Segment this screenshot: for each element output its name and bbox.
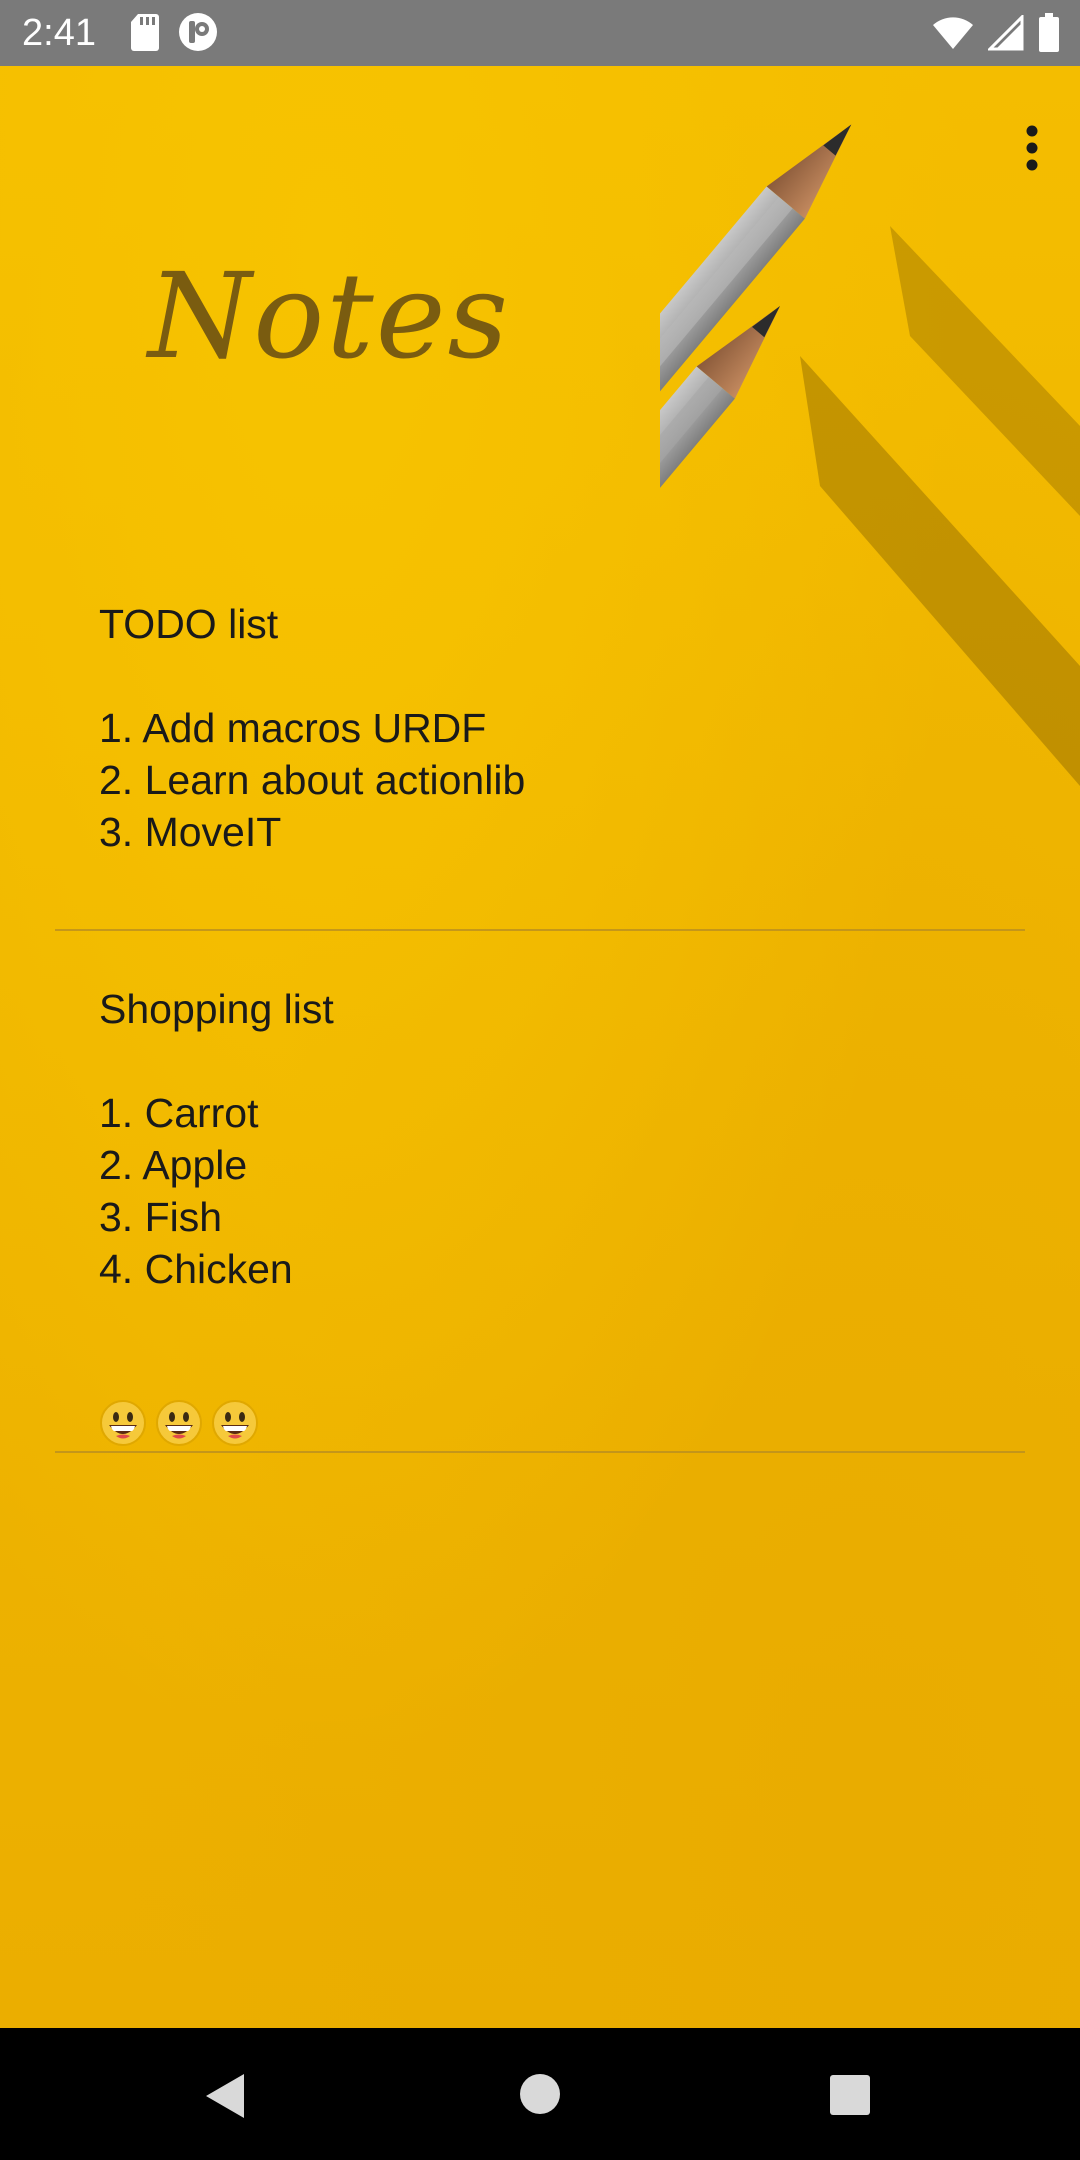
notes-screen: Notes TODO list 1. Add macros URDF 2. Le… <box>0 66 1080 2028</box>
note-list: TODO list 1. Add macros URDF 2. Learn ab… <box>55 546 1025 1453</box>
navigation-bar <box>0 2028 1080 2160</box>
status-right-icons <box>932 12 1060 54</box>
grinning-face-icon <box>156 1400 202 1446</box>
status-left-icons <box>130 12 218 54</box>
page-title: Notes <box>148 247 511 385</box>
note-text: Shopping list 1. Carrot 2. Apple 3. Fish… <box>99 986 334 1292</box>
home-icon[interactable] <box>518 2072 562 2116</box>
status-time: 2:41 <box>22 12 96 54</box>
grinning-face-icon <box>212 1400 258 1446</box>
note-item[interactable]: TODO list 1. Add macros URDF 2. Learn ab… <box>55 546 1025 929</box>
note-divider <box>55 1451 1025 1453</box>
sd-card-icon <box>131 14 159 51</box>
battery-icon <box>1039 13 1059 52</box>
notification-app-icon <box>179 13 217 51</box>
note-divider <box>55 929 1025 931</box>
note-item[interactable]: Shopping list 1. Carrot 2. Apple 3. Fish… <box>55 931 1025 1451</box>
overflow-menu-button[interactable] <box>1002 112 1062 184</box>
back-icon[interactable] <box>204 2072 248 2120</box>
more-vert-icon <box>1026 125 1038 171</box>
grinning-face-icon <box>100 1400 146 1446</box>
signal-icon <box>988 15 1024 51</box>
recents-icon[interactable] <box>829 2074 871 2116</box>
wifi-icon <box>933 17 973 49</box>
note-text: TODO list 1. Add macros URDF 2. Learn ab… <box>99 601 526 855</box>
emoji-row <box>99 1399 1025 1447</box>
status-bar: 2:41 <box>0 0 1080 66</box>
